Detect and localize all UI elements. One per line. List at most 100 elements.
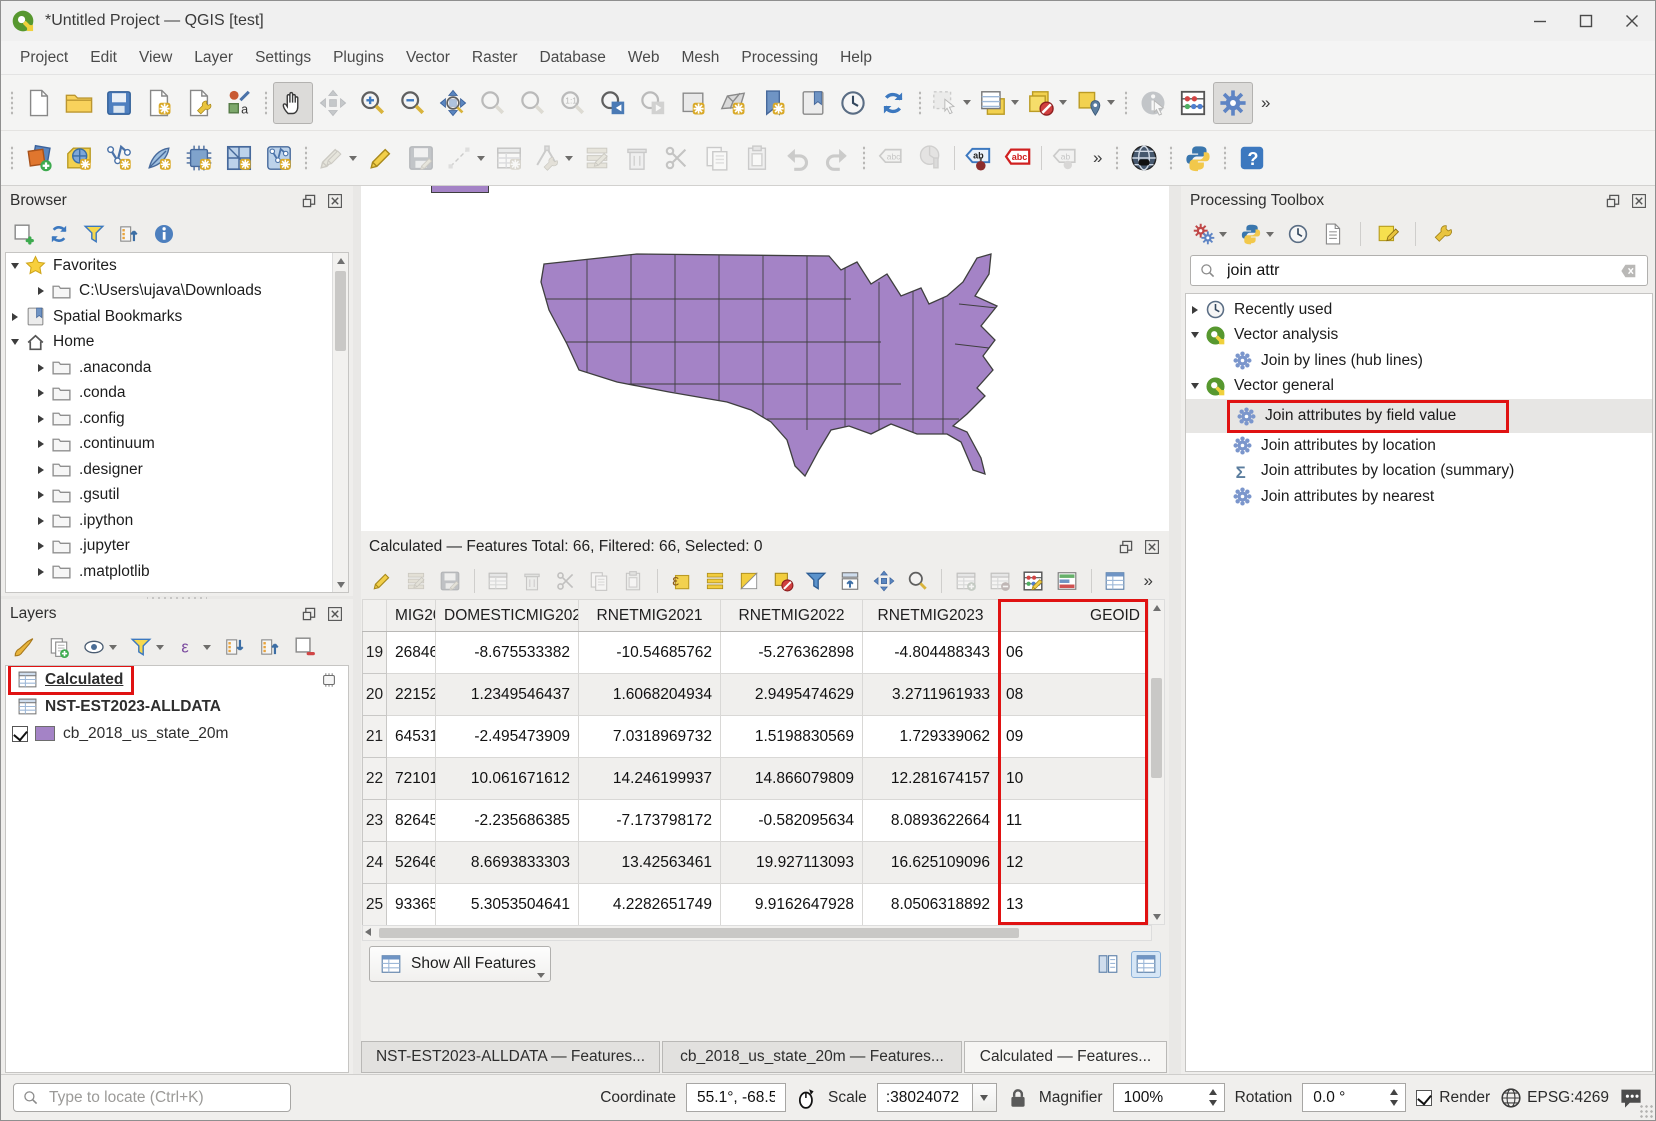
column-header-mig[interactable]: MIG202 — [387, 600, 436, 632]
layers-close-button[interactable] — [325, 606, 344, 623]
modify-attributes-button[interactable] — [577, 137, 617, 179]
layers-float-button[interactable] — [299, 606, 318, 623]
cell[interactable]: 4.2282651749 — [579, 884, 721, 926]
data-source-manager-button[interactable] — [19, 137, 59, 179]
layer-item-nst-est2023[interactable]: NST-EST2023-ALLDATA — [6, 693, 348, 720]
toolbar-grip[interactable] — [1114, 145, 1120, 171]
new-gpx-layer-button[interactable] — [259, 137, 299, 179]
expand-all-button[interactable] — [224, 636, 246, 658]
expander-icon[interactable] — [32, 440, 49, 448]
browser-collapse-all-button[interactable] — [118, 223, 140, 245]
deselect-features-button[interactable] — [1023, 82, 1071, 124]
map-canvas[interactable] — [361, 186, 1169, 531]
cell[interactable]: 13.42563461 — [579, 842, 721, 884]
browser-item-folder[interactable]: .continuum — [6, 432, 348, 458]
browser-item-spatial-bookmarks[interactable]: Spatial Bookmarks — [6, 304, 348, 330]
row-number[interactable]: 22 — [363, 758, 387, 800]
column-header-rnetmig2023[interactable]: RNETMIG2023 — [863, 600, 999, 632]
browser-item-folder[interactable]: .designer — [6, 457, 348, 483]
zoom-last-button[interactable] — [593, 82, 633, 124]
expander-icon[interactable] — [32, 389, 49, 397]
layer-styling-button[interactable] — [13, 636, 35, 658]
browser-item-folder[interactable]: .matplotlib — [6, 559, 348, 585]
cell[interactable]: 19.927113093 — [721, 842, 863, 884]
toolbox-results-button[interactable] — [1322, 223, 1344, 245]
python-console-button[interactable] — [1178, 137, 1218, 179]
refresh-map-button[interactable] — [873, 82, 913, 124]
zoom-in-button[interactable] — [353, 82, 393, 124]
column-header-rnetmig2021[interactable]: RNETMIG2021 — [579, 600, 721, 632]
column-header-rnetmig2022[interactable]: RNETMIG2022 — [721, 600, 863, 632]
expander-icon[interactable] — [32, 364, 49, 372]
cell[interactable]: 93365 — [387, 884, 436, 926]
table-view-button[interactable] — [1131, 951, 1161, 978]
tab-cb-2018-us-state[interactable]: cb_2018_us_state_20m — Features... — [662, 1041, 962, 1073]
browser-refresh-button[interactable] — [48, 223, 70, 245]
show-bookmarks-button[interactable] — [793, 82, 833, 124]
scroll-down-icon[interactable] — [333, 577, 349, 592]
attr-invert-selection-button[interactable] — [735, 567, 762, 595]
redo-button[interactable] — [817, 137, 857, 179]
attr-zoom-to-selection-button[interactable] — [905, 567, 932, 595]
cell-geoid[interactable]: 10 — [999, 758, 1149, 800]
attr-delete-field-button[interactable] — [986, 567, 1013, 595]
expander-icon[interactable] — [32, 517, 49, 525]
cell[interactable]: -5.276362898 — [721, 632, 863, 674]
cell[interactable]: 9.9162647928 — [721, 884, 863, 926]
pin-labels-button[interactable]: ab — [1045, 137, 1085, 179]
toolbar-grip[interactable] — [861, 145, 867, 171]
browser-scrollbar[interactable] — [332, 253, 348, 592]
scrollbar-thumb[interactable] — [335, 271, 346, 351]
browser-item-home[interactable]: Home — [6, 330, 348, 356]
highlight-labels-button[interactable]: abc — [998, 137, 1038, 179]
attr-field-calculator-button[interactable] — [1020, 567, 1047, 595]
toolbar-grip[interactable] — [1123, 90, 1129, 116]
menu-help[interactable]: Help — [829, 49, 883, 67]
menu-raster[interactable]: Raster — [461, 49, 529, 67]
layer-labels-button[interactable]: abc — [871, 137, 911, 179]
expander-icon[interactable] — [1186, 383, 1203, 389]
toolbox-algorithms-button[interactable] — [1193, 223, 1227, 245]
attr-dock-button[interactable] — [1102, 567, 1129, 595]
cell[interactable]: 1.729339062 — [863, 716, 999, 758]
attr-deselect-all-button[interactable] — [769, 567, 796, 595]
toolbar-grip[interactable] — [1168, 145, 1174, 171]
cell[interactable]: 72101 — [387, 758, 436, 800]
attr-conditional-format-button[interactable] — [1054, 567, 1081, 595]
collapse-all-button[interactable] — [259, 636, 281, 658]
style-manager-button[interactable]: a — [219, 82, 259, 124]
render-toggle[interactable]: Render — [1416, 1089, 1490, 1107]
toolbox-alg-join-attributes-by-field-value[interactable]: Join attributes by field value — [1186, 399, 1652, 433]
toolbox-history-button[interactable] — [1287, 223, 1309, 245]
minimize-button[interactable] — [1517, 1, 1563, 41]
attr-toggle-editing-button[interactable] — [369, 567, 396, 595]
scale-value[interactable]: :38024072 — [877, 1083, 973, 1112]
add-record-button[interactable] — [489, 137, 529, 179]
attr-select-all-button[interactable] — [702, 567, 729, 595]
browser-item-folder[interactable]: .ipython — [6, 508, 348, 534]
attr-close-button[interactable] — [1142, 539, 1161, 556]
undo-button[interactable] — [777, 137, 817, 179]
zoom-to-layer-button[interactable] — [513, 82, 553, 124]
new-shapefile-layer-button[interactable] — [99, 137, 139, 179]
row-number[interactable]: 21 — [363, 716, 387, 758]
menu-settings[interactable]: Settings — [244, 49, 322, 67]
toolbox-close-button[interactable] — [1629, 193, 1648, 210]
new-virtual-layer-button[interactable] — [179, 137, 219, 179]
scale-combo[interactable]: :38024072 — [877, 1083, 997, 1112]
cell[interactable]: 64531 — [387, 716, 436, 758]
cell[interactable]: 5.3053504641 — [436, 884, 579, 926]
form-view-button[interactable] — [1093, 951, 1123, 978]
attr-select-by-expression-button[interactable]: ε — [668, 567, 695, 595]
coordinate-input[interactable] — [695, 1088, 777, 1108]
new-spatialite-layer-button[interactable] — [139, 137, 179, 179]
toggle-editing-button[interactable] — [361, 137, 401, 179]
expander-icon[interactable] — [32, 287, 49, 295]
column-header-geoid[interactable]: GEOID — [999, 600, 1149, 632]
spinner-buttons[interactable] — [1385, 1086, 1403, 1109]
row-number[interactable]: 23 — [363, 800, 387, 842]
cell[interactable]: 16.625109096 — [863, 842, 999, 884]
cell[interactable]: 52646 — [387, 842, 436, 884]
menu-web[interactable]: Web — [617, 49, 671, 67]
browser-filter-button[interactable] — [83, 223, 105, 245]
